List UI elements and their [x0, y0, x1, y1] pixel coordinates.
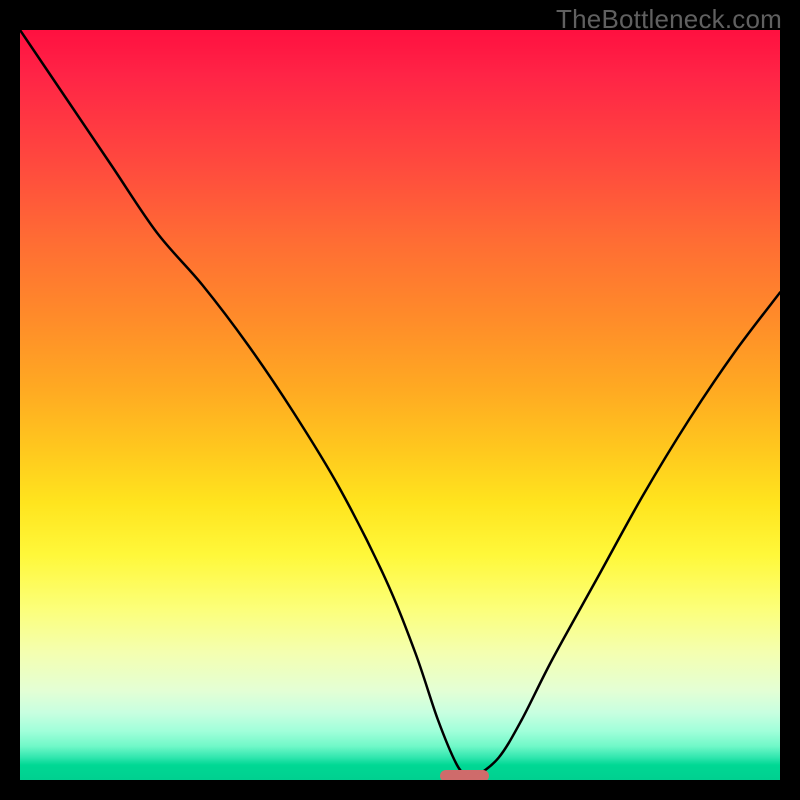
- optimal-marker: [440, 770, 489, 781]
- chart-container: TheBottleneck.com: [0, 0, 800, 800]
- plot-area: [20, 30, 780, 780]
- watermark-text: TheBottleneck.com: [556, 4, 782, 35]
- bottleneck-curve: [20, 30, 780, 780]
